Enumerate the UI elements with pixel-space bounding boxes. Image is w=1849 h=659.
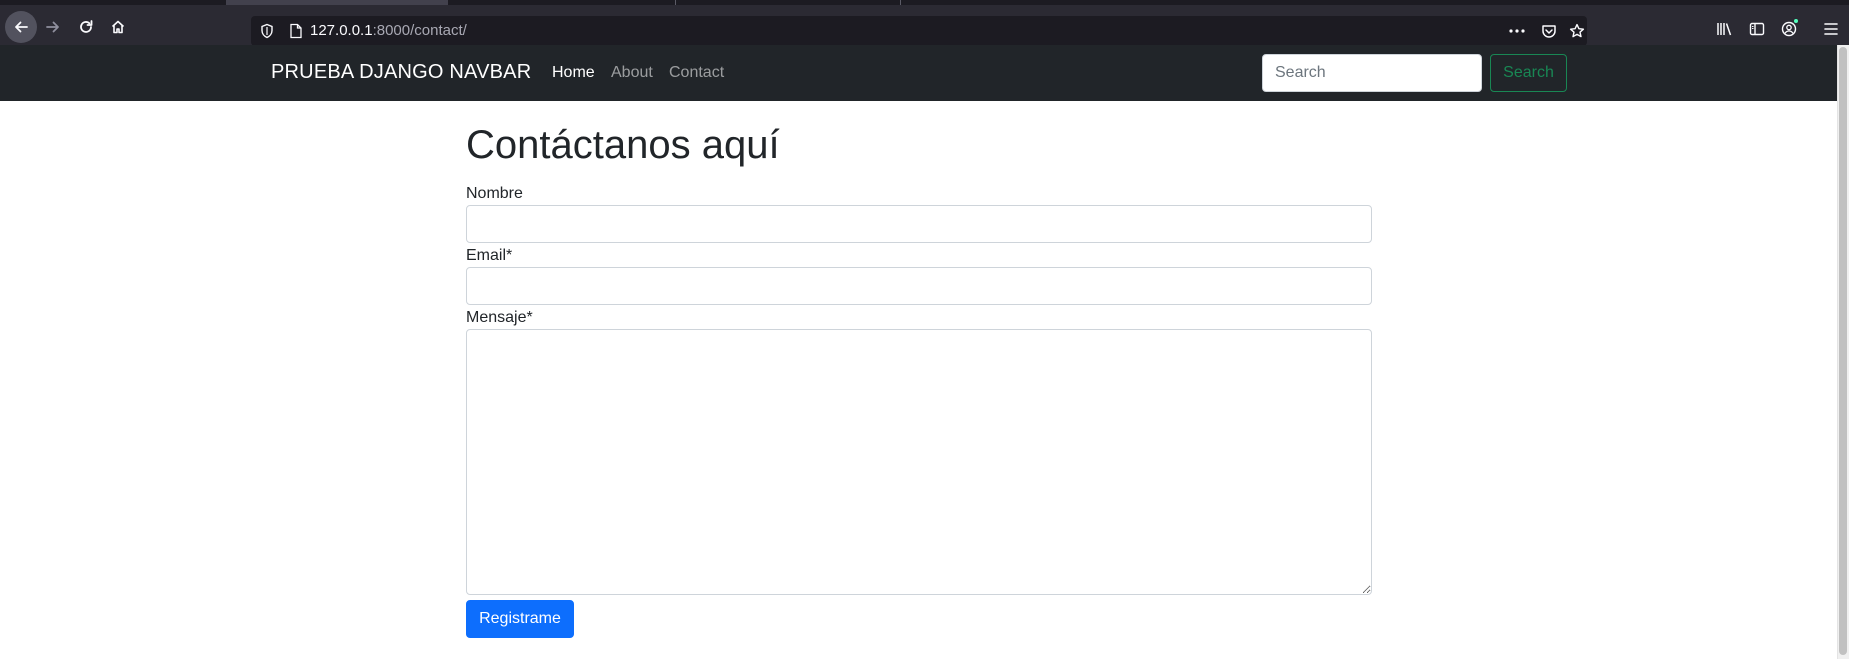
- email-field[interactable]: [466, 267, 1372, 305]
- nav-link-contact[interactable]: Contact: [669, 63, 724, 83]
- url-host: 127.0.0.1: [310, 22, 373, 39]
- library-icon[interactable]: [1712, 16, 1738, 42]
- url-text[interactable]: 127.0.0.1:8000/contact/: [310, 22, 467, 40]
- shield-icon[interactable]: [259, 23, 275, 44]
- reload-icon: [80, 20, 93, 33]
- navbar: PRUEBA DJANGO NAVBAR Home About Contact …: [0, 45, 1837, 101]
- back-button[interactable]: [5, 11, 37, 43]
- scrollbar[interactable]: [1837, 45, 1849, 659]
- home-icon: [111, 20, 125, 34]
- page-viewport: PRUEBA DJANGO NAVBAR Home About Contact …: [0, 45, 1849, 659]
- scrollbar-thumb[interactable]: [1839, 47, 1847, 655]
- sidebar-icon[interactable]: [1744, 16, 1770, 42]
- account-icon[interactable]: [1776, 16, 1802, 42]
- search-input[interactable]: [1262, 54, 1482, 92]
- nav-link-home[interactable]: Home: [552, 63, 595, 83]
- url-path: :8000/contact/: [372, 22, 467, 39]
- url-bar[interactable]: 127.0.0.1:8000/contact/: [251, 16, 1587, 46]
- notification-dot: [1793, 18, 1799, 24]
- mensaje-label: Mensaje*: [466, 309, 533, 326]
- nombre-field[interactable]: [466, 205, 1372, 243]
- browser-toolbar: 127.0.0.1:8000/contact/: [0, 5, 1849, 46]
- navbar-brand[interactable]: PRUEBA DJANGO NAVBAR: [271, 60, 531, 84]
- reload-button[interactable]: [70, 11, 102, 43]
- back-arrow-icon: [15, 21, 28, 33]
- more-icon[interactable]: [1507, 21, 1527, 41]
- star-icon[interactable]: [1567, 21, 1587, 41]
- forward-arrow-icon: [46, 21, 59, 33]
- hamburger-menu-icon[interactable]: [1818, 16, 1844, 42]
- email-label: Email*: [466, 247, 513, 264]
- pocket-icon[interactable]: [1539, 21, 1559, 41]
- submit-button[interactable]: Registrame: [466, 600, 574, 638]
- mensaje-textarea[interactable]: [466, 329, 1372, 595]
- search-button[interactable]: Search: [1490, 54, 1567, 92]
- nombre-label: Nombre: [466, 185, 523, 202]
- home-button[interactable]: [102, 11, 134, 43]
- forward-button[interactable]: [37, 11, 69, 43]
- page-icon[interactable]: [289, 23, 303, 44]
- page-title: Contáctanos aquí: [466, 123, 780, 167]
- nav-link-about[interactable]: About: [611, 63, 653, 83]
